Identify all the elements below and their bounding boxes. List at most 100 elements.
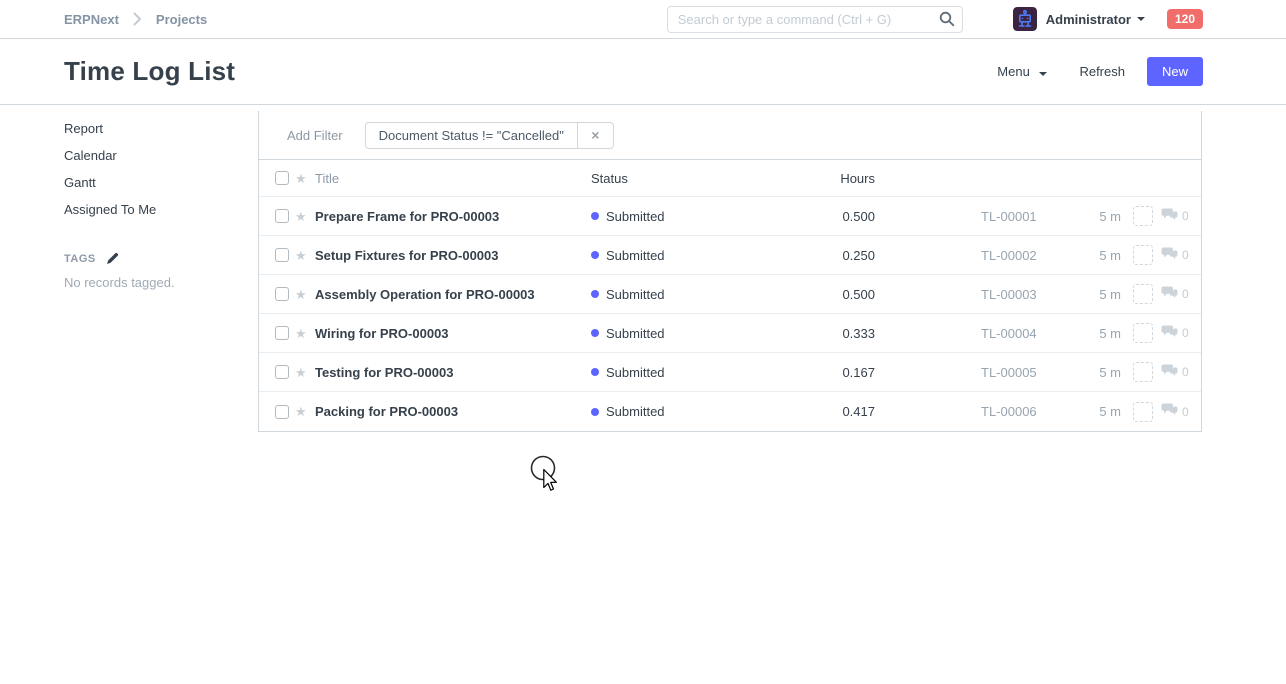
- assign-placeholder[interactable]: [1133, 206, 1153, 226]
- comment-count: 0: [1161, 247, 1189, 264]
- row-title-link[interactable]: Wiring for PRO-00003: [315, 326, 591, 341]
- comment-count: 0: [1161, 403, 1189, 420]
- row-status: Submitted: [591, 365, 751, 380]
- sidebar-item-report[interactable]: Report: [64, 121, 258, 137]
- page-body: ReportCalendarGanttAssigned To Me TAGS N…: [0, 105, 1286, 432]
- chevron-down-icon: [1039, 72, 1047, 76]
- comment-icon: [1161, 325, 1178, 342]
- status-dot-icon: [591, 212, 599, 220]
- row-id: TL-00002: [981, 248, 1071, 263]
- filter-area: Add Filter Document Status != "Cancelled…: [259, 111, 1201, 159]
- status-dot-icon: [591, 251, 599, 259]
- refresh-button[interactable]: Refresh: [1079, 64, 1125, 79]
- row-id: TL-00001: [981, 209, 1071, 224]
- row-modified-time: 5 m: [1071, 365, 1121, 380]
- brand-link[interactable]: ERPNext: [64, 12, 119, 27]
- top-navbar: ERPNext Projects: [0, 0, 1286, 39]
- row-checkbox[interactable]: [275, 326, 289, 340]
- comment-count-number: 0: [1182, 287, 1189, 301]
- row-hours: 0.167: [751, 365, 875, 380]
- row-status: Submitted: [591, 248, 751, 263]
- row-checkbox[interactable]: [275, 287, 289, 301]
- search-input[interactable]: [667, 6, 963, 33]
- edit-tags-icon[interactable]: [106, 252, 119, 265]
- table-row[interactable]: ★ Wiring for PRO-00003 Submitted 0.333 T…: [259, 314, 1201, 353]
- breadcrumb-chevron-icon: [133, 12, 142, 26]
- row-title-link[interactable]: Packing for PRO-00003: [315, 404, 591, 419]
- remove-filter-button[interactable]: ×: [577, 123, 613, 148]
- list-sidebar: ReportCalendarGanttAssigned To Me TAGS N…: [64, 105, 258, 432]
- star-icon[interactable]: ★: [295, 288, 309, 301]
- row-hours: 0.333: [751, 326, 875, 341]
- row-id: TL-00004: [981, 326, 1071, 341]
- assign-placeholder[interactable]: [1133, 245, 1153, 265]
- star-icon[interactable]: ★: [295, 249, 309, 262]
- breadcrumb-projects[interactable]: Projects: [156, 12, 207, 27]
- row-status: Submitted: [591, 326, 751, 341]
- notification-badge[interactable]: 120: [1167, 9, 1203, 29]
- status-label: Submitted: [606, 326, 665, 341]
- global-search: [667, 6, 963, 33]
- comment-count: 0: [1161, 325, 1189, 342]
- comment-count: 0: [1161, 208, 1189, 225]
- select-all-checkbox[interactable]: [275, 171, 289, 185]
- assign-placeholder[interactable]: [1133, 323, 1153, 343]
- star-icon[interactable]: ★: [295, 210, 309, 223]
- assign-placeholder[interactable]: [1133, 402, 1153, 422]
- row-modified-time: 5 m: [1071, 287, 1121, 302]
- table-row[interactable]: ★ Packing for PRO-00003 Submitted 0.417 …: [259, 392, 1201, 431]
- row-title-link[interactable]: Setup Fixtures for PRO-00003: [315, 248, 591, 263]
- row-id: TL-00006: [981, 404, 1071, 419]
- page-header: Time Log List Menu Refresh New: [0, 39, 1286, 105]
- chevron-down-icon: [1137, 17, 1145, 21]
- tags-label: TAGS: [64, 253, 96, 265]
- row-modified-time: 5 m: [1071, 209, 1121, 224]
- assign-placeholder[interactable]: [1133, 284, 1153, 304]
- comment-icon: [1161, 403, 1178, 420]
- row-checkbox[interactable]: [275, 209, 289, 223]
- row-checkbox[interactable]: [275, 405, 289, 419]
- status-label: Submitted: [606, 209, 665, 224]
- filter-chip-label[interactable]: Document Status != "Cancelled": [366, 123, 577, 148]
- menu-button[interactable]: Menu: [997, 64, 1047, 79]
- row-title-link[interactable]: Prepare Frame for PRO-00003: [315, 209, 591, 224]
- page-actions: Menu Refresh New: [997, 57, 1203, 86]
- table-row[interactable]: ★ Prepare Frame for PRO-00003 Submitted …: [259, 197, 1201, 236]
- star-icon[interactable]: ★: [295, 327, 309, 340]
- table-row[interactable]: ★ Setup Fixtures for PRO-00003 Submitted…: [259, 236, 1201, 275]
- user-menu[interactable]: Administrator: [1046, 12, 1131, 27]
- comment-count: 0: [1161, 364, 1189, 381]
- sidebar-item-assigned-to-me[interactable]: Assigned To Me: [64, 202, 258, 218]
- table-row[interactable]: ★ Testing for PRO-00003 Submitted 0.167 …: [259, 353, 1201, 392]
- row-modified-time: 5 m: [1071, 248, 1121, 263]
- row-modified-time: 5 m: [1071, 404, 1121, 419]
- new-button[interactable]: New: [1147, 57, 1203, 86]
- status-label: Submitted: [606, 365, 665, 380]
- row-checkbox[interactable]: [275, 365, 289, 379]
- table-row[interactable]: ★ Assembly Operation for PRO-00003 Submi…: [259, 275, 1201, 314]
- assign-placeholder[interactable]: [1133, 362, 1153, 382]
- add-filter-button[interactable]: Add Filter: [287, 128, 343, 143]
- row-title-link[interactable]: Testing for PRO-00003: [315, 365, 591, 380]
- star-icon[interactable]: ★: [295, 366, 309, 379]
- status-dot-icon: [591, 408, 599, 416]
- sidebar-item-gantt[interactable]: Gantt: [64, 175, 258, 191]
- sidebar-item-calendar[interactable]: Calendar: [64, 148, 258, 164]
- status-dot-icon: [591, 290, 599, 298]
- user-avatar[interactable]: [1013, 7, 1037, 31]
- navbar-right: Administrator 120: [1013, 7, 1203, 31]
- status-dot-icon: [591, 368, 599, 376]
- column-status: Status: [591, 171, 751, 186]
- row-checkbox[interactable]: [275, 248, 289, 262]
- star-icon: ★: [295, 172, 309, 185]
- comment-count-number: 0: [1182, 365, 1189, 379]
- page-title: Time Log List: [64, 56, 235, 87]
- row-title-link[interactable]: Assembly Operation for PRO-00003: [315, 287, 591, 302]
- column-hours: Hours: [751, 171, 875, 186]
- row-hours: 0.500: [751, 209, 875, 224]
- star-icon[interactable]: ★: [295, 405, 309, 418]
- comment-icon: [1161, 208, 1178, 225]
- search-icon[interactable]: [939, 11, 955, 32]
- comment-icon: [1161, 247, 1178, 264]
- list-container: Add Filter Document Status != "Cancelled…: [258, 111, 1202, 432]
